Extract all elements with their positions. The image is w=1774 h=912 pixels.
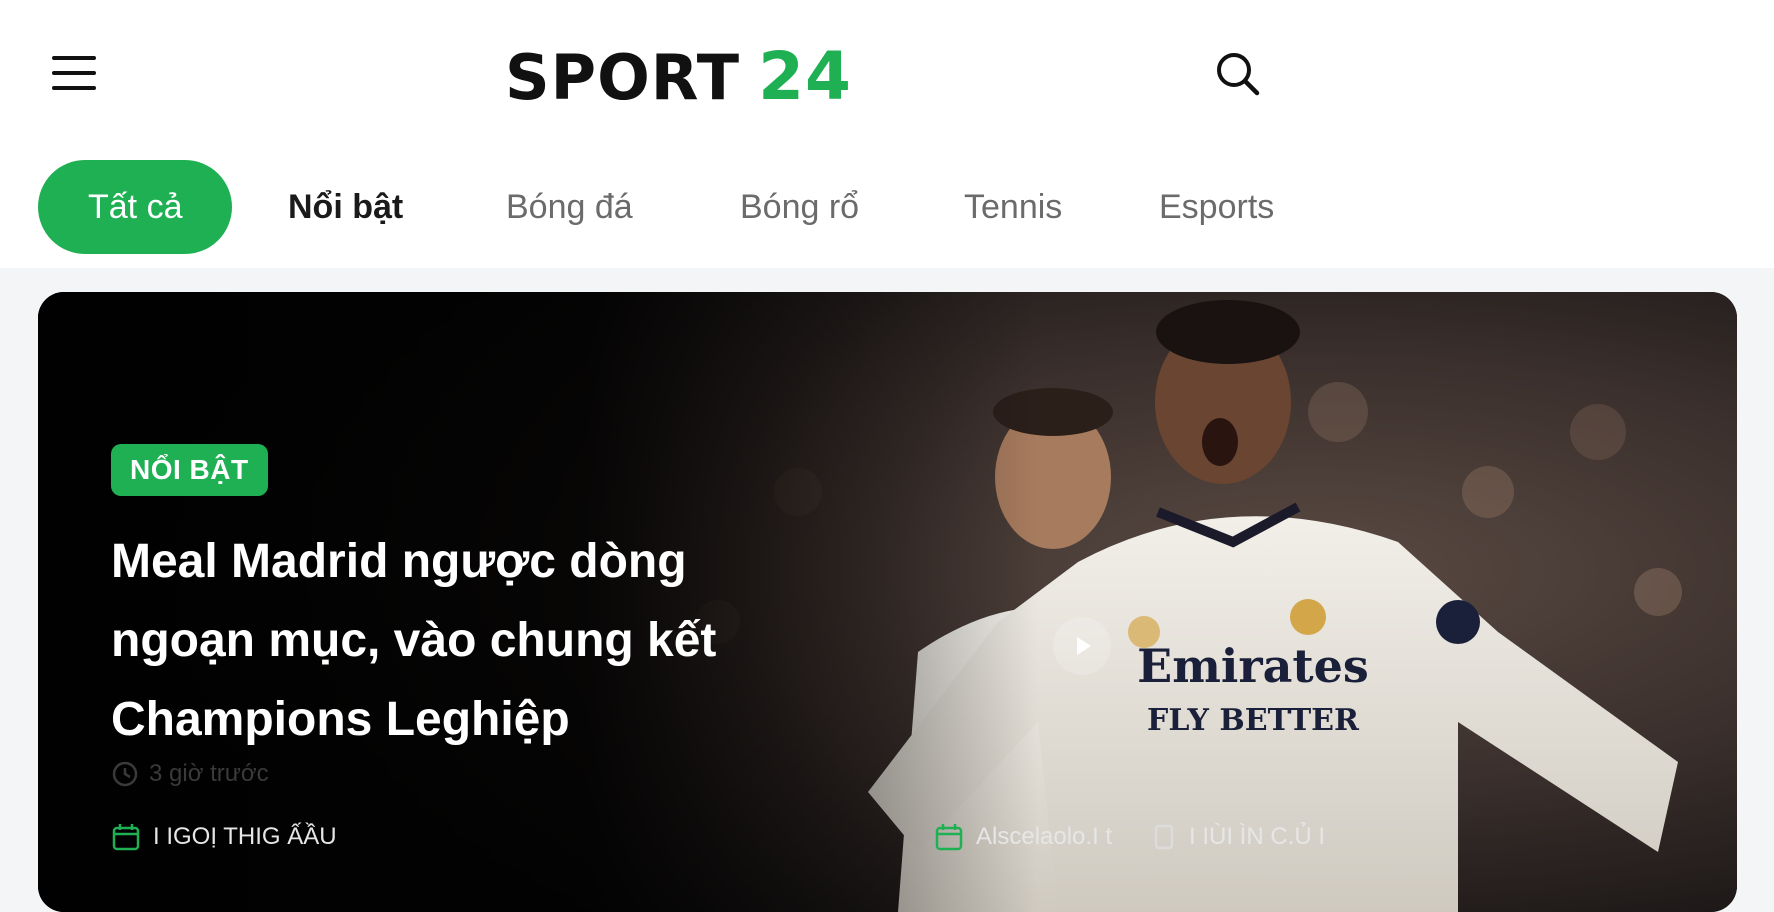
meta-label: Alscelaolo.I t <box>976 823 1113 850</box>
tab-football[interactable]: Bóng đá <box>506 160 633 254</box>
hamburger-menu-icon[interactable] <box>52 56 96 90</box>
article-meta: I IGOỊ THIG ẤẦU Alscelaolo.I t I IÙI ÌN … <box>111 822 1671 862</box>
tab-basketball[interactable]: Bóng rổ <box>740 160 859 254</box>
clock-icon <box>112 761 138 787</box>
featured-article-card[interactable]: Emirates FLY BETTER NỔI BẬT Meal Madrid … <box>38 292 1737 912</box>
tab-featured[interactable]: Nổi bật <box>288 160 403 254</box>
search-icon[interactable] <box>1214 50 1262 98</box>
meta-schedule-2[interactable]: Alscelaolo.I t <box>934 822 1112 852</box>
tab-esports[interactable]: Esports <box>1159 160 1274 254</box>
calendar-icon <box>112 824 140 851</box>
meta-label: I IGOỊ THIG ẤẦU <box>153 823 337 850</box>
meta-schedule[interactable]: I IGOỊ THIG ẤẦU <box>111 822 337 852</box>
featured-badge: NỔI BẬT <box>111 444 268 496</box>
tab-tennis[interactable]: Tennis <box>964 160 1062 254</box>
app-header: SPORT 24 <box>0 0 1774 148</box>
category-tabs: Tất cả Nổi bật Bóng đá Bóng rổ Tennis Es… <box>0 148 1774 268</box>
info-icon <box>1154 824 1174 850</box>
svg-text:FLY BETTER: FLY BETTER <box>1147 703 1360 738</box>
meta-info[interactable]: I IÙI ÌN C.Ủ I <box>1151 822 1325 852</box>
calendar-icon <box>935 824 963 851</box>
sport24-logo[interactable]: SPORT 24 <box>505 38 852 115</box>
logo-number: 24 <box>758 38 852 115</box>
logo-text: SPORT <box>505 41 741 114</box>
play-icon[interactable] <box>1053 617 1111 675</box>
article-headline[interactable]: Meal Madrid ngược dòng ngoạn mục, vào ch… <box>111 522 811 759</box>
article-time: 3 giờ trước <box>111 760 269 788</box>
tab-all[interactable]: Tất cả <box>38 160 233 254</box>
meta-label: I IÙI ÌN C.Ủ I <box>1189 823 1326 850</box>
svg-text:Emirates: Emirates <box>1137 639 1369 693</box>
time-label: 3 giờ trước <box>149 760 269 787</box>
